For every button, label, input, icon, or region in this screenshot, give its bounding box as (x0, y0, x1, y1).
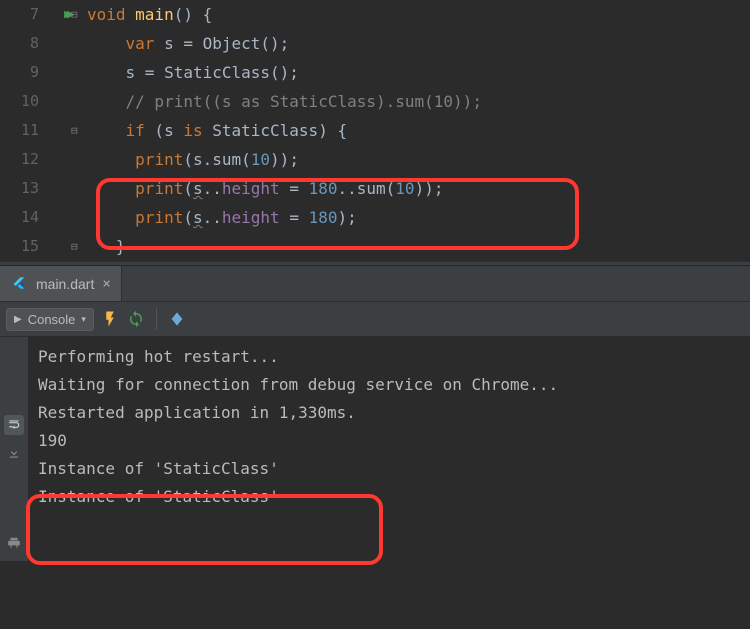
code-line[interactable]: 12 print(s.sum(10)); (0, 145, 750, 174)
console-side-gutter (0, 337, 28, 561)
run-tab-main[interactable]: main.dart × (0, 266, 122, 301)
gutter: ▶▶⊟ (47, 0, 87, 29)
code-content[interactable]: print(s..height = 180); (87, 203, 357, 232)
fold-open-icon[interactable]: ⊟ (71, 116, 78, 145)
line-number: 10 (0, 87, 47, 116)
soft-wrap-icon[interactable] (4, 415, 24, 435)
line-number: 12 (0, 145, 47, 174)
flutter-icon (10, 275, 28, 293)
code-line[interactable]: 15 ⊟ } (0, 232, 750, 261)
chevron-down-icon: ▾ (81, 314, 86, 325)
line-number: 13 (0, 174, 47, 203)
line-number: 15 (0, 232, 47, 261)
toolbar-separator (156, 308, 157, 330)
code-content[interactable]: var s = Object(); (87, 29, 289, 58)
console-toolbar: ▶ Console ▾ (0, 302, 750, 337)
line-number: 11 (0, 116, 47, 145)
close-icon[interactable]: × (102, 276, 110, 292)
code-content[interactable]: print(s.sum(10)); (87, 145, 299, 174)
code-content[interactable]: s = StaticClass(); (87, 58, 299, 87)
fold-open-icon[interactable]: ⊟ (71, 0, 78, 29)
line-number: 8 (0, 29, 47, 58)
print-icon[interactable] (4, 533, 24, 553)
code-content[interactable]: print(s..height = 180..sum(10)); (87, 174, 443, 203)
code-line[interactable]: 10 // print((s as StaticClass).sum(10)); (0, 87, 750, 116)
run-gutter-icon[interactable]: ▶▶ (64, 0, 70, 29)
code-line[interactable]: 9 s = StaticClass(); (0, 58, 750, 87)
run-tab-label: main.dart (36, 276, 94, 292)
devtools-icon[interactable] (167, 309, 187, 329)
code-content[interactable]: void main() { (87, 0, 212, 29)
console-label: Console (28, 312, 76, 327)
run-tabbar: main.dart × (0, 266, 750, 302)
fold-close-icon[interactable]: ⊟ (71, 232, 78, 261)
code-content[interactable]: if (s is StaticClass) { (87, 116, 347, 145)
line-number: 14 (0, 203, 47, 232)
console-output[interactable]: Performing hot restart... Waiting for co… (28, 337, 568, 561)
code-line[interactable]: 14 print(s..height = 180); (0, 203, 750, 232)
console-play-icon: ▶ (14, 314, 22, 325)
line-number: 7 (0, 0, 47, 29)
code-line[interactable]: 8 var s = Object(); (0, 29, 750, 58)
console-view-button[interactable]: ▶ Console ▾ (6, 308, 94, 331)
line-number: 9 (0, 58, 47, 87)
flash-icon[interactable] (100, 309, 120, 329)
code-editor[interactable]: 7▶▶⊟void main() {8 var s = Object();9 s … (0, 0, 750, 261)
console-panel: Performing hot restart... Waiting for co… (0, 337, 750, 561)
code-line[interactable]: 13 print(s..height = 180..sum(10)); (0, 174, 750, 203)
code-content[interactable]: } (87, 232, 126, 261)
code-line[interactable]: 7▶▶⊟void main() { (0, 0, 750, 29)
restart-icon[interactable] (126, 309, 146, 329)
code-content[interactable]: // print((s as StaticClass).sum(10)); (87, 87, 482, 116)
code-line[interactable]: 11 ⊟ if (s is StaticClass) { (0, 116, 750, 145)
scroll-to-end-icon[interactable] (4, 443, 24, 463)
